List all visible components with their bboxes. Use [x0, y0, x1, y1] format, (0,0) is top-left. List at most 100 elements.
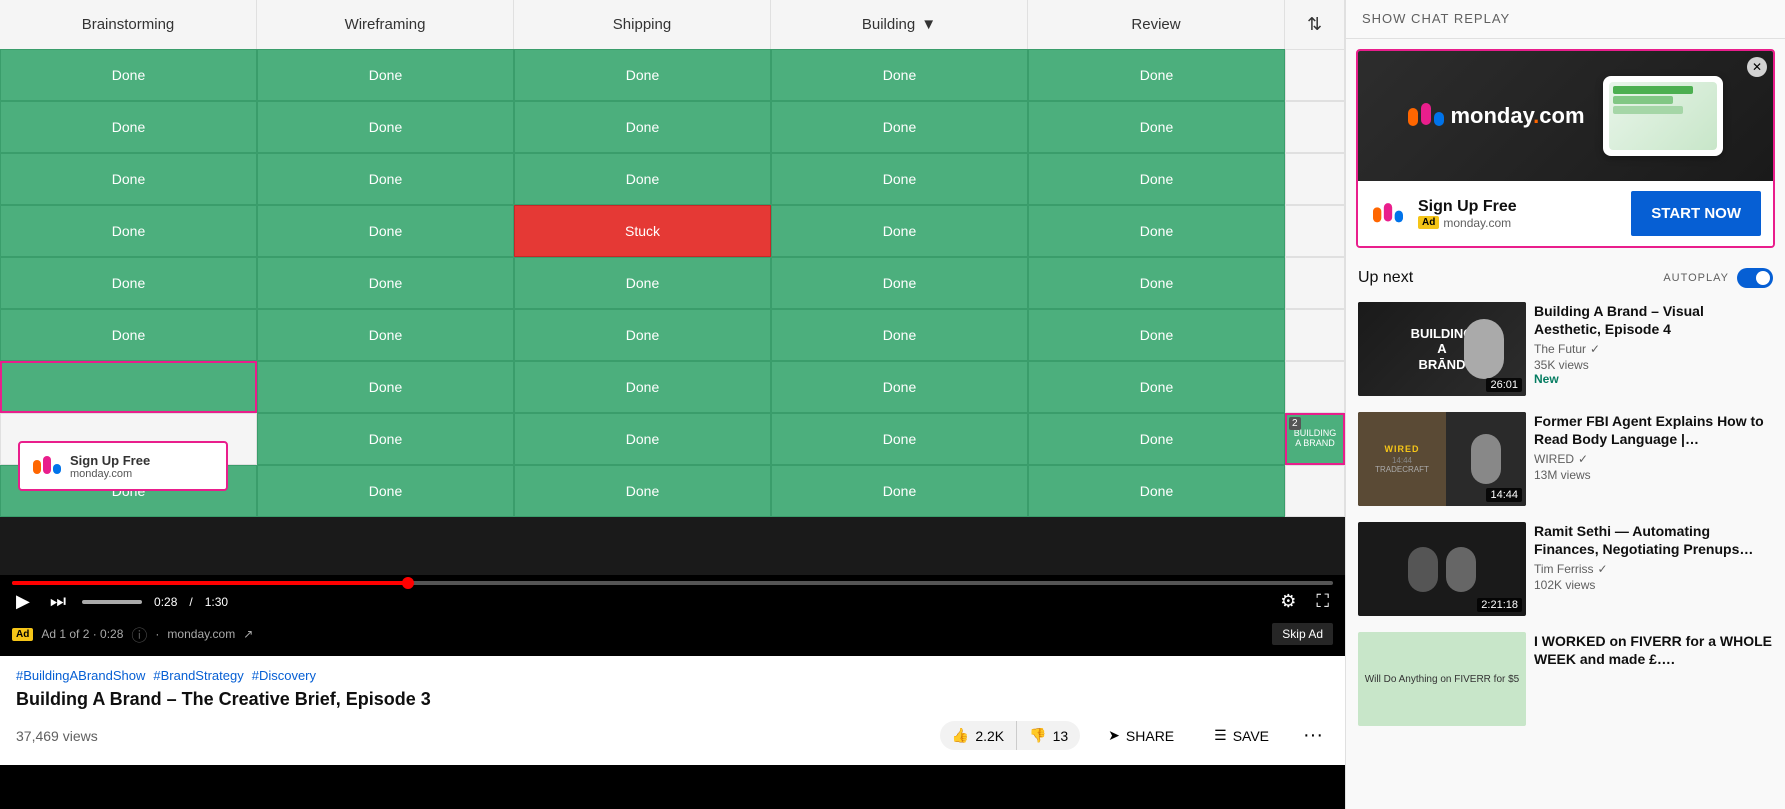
cell-r2-c4[interactable]: Done [771, 101, 1028, 153]
cell-r8-c2[interactable]: Done [257, 413, 514, 465]
cell-r1-c4[interactable]: Done [771, 49, 1028, 101]
close-ad-button[interactable]: ✕ [1747, 57, 1767, 77]
cell-r3-c1[interactable]: Done [0, 153, 257, 205]
video-item-4[interactable]: Will Do Anything on FIVERR for $5 I WORK… [1346, 624, 1785, 734]
video-item-3[interactable]: 2:21:18 Ramit Sethi — Automating Finance… [1346, 514, 1785, 624]
skip-ad-button[interactable]: Skip Ad [1272, 623, 1333, 645]
video-meta-2: 13M views [1534, 468, 1773, 482]
dropdown-icon[interactable]: ▼ [921, 16, 936, 33]
cell-r9-c2[interactable]: Done [257, 465, 514, 517]
video-channel-1: The Futur ✓ [1534, 342, 1773, 356]
video-meta-row: 37,469 views 👍 2.2K 👎 13 ➤ [16, 718, 1329, 753]
col-header-wireframing: Wireframing [257, 0, 514, 49]
cell-r2-c2[interactable]: Done [257, 101, 514, 153]
cell-r2-c1[interactable]: Done [0, 101, 257, 153]
thumbs-down-icon: 👎 [1029, 727, 1046, 744]
cell-r9-c3[interactable]: Done [514, 465, 771, 517]
cell-r3-c3[interactable]: Done [514, 153, 771, 205]
play-pause-button[interactable]: ▶ [12, 589, 34, 614]
video-meta-3: 102K views [1534, 578, 1773, 592]
cell-r5-c1[interactable]: Done [0, 257, 257, 309]
cell-r2-c6 [1285, 101, 1345, 153]
sidebar-ad-label: Ad [1418, 216, 1439, 229]
views-count: 37,469 views [16, 728, 98, 744]
like-count: 2.2K [975, 728, 1004, 744]
video-meta-1: 35K views [1534, 358, 1773, 372]
dislike-count: 13 [1053, 728, 1069, 744]
tag-3[interactable]: #Discovery [252, 668, 316, 683]
video-item-2[interactable]: WIRED 14:44 TRADECRAFT 14:44 Former FBI … [1346, 404, 1785, 514]
thumb-badge-number: 2 [1289, 417, 1301, 430]
cell-r4-c4[interactable]: Done [771, 205, 1028, 257]
cell-r5-c2[interactable]: Done [257, 257, 514, 309]
video-info-3: Ramit Sethi — Automating Finances, Negot… [1534, 522, 1773, 616]
cell-r4-c3-stuck[interactable]: Stuck [514, 205, 771, 257]
progress-dot [402, 577, 414, 589]
tag-1[interactable]: #BuildingABrandShow [16, 668, 145, 683]
cell-r9-c5[interactable]: Done [1028, 465, 1285, 517]
cell-r7-c4[interactable]: Done [771, 361, 1028, 413]
share-button[interactable]: ➤ SHARE [1096, 721, 1186, 750]
cell-r7-c2[interactable]: Done [257, 361, 514, 413]
tag-2[interactable]: #BrandStrategy [153, 668, 243, 683]
cell-r6-c1[interactable]: Done [0, 309, 257, 361]
cell-r2-c3[interactable]: Done [514, 101, 771, 153]
thumb-mini-text: BUILDING A BRAND [1294, 429, 1337, 449]
cell-r6-c4[interactable]: Done [771, 309, 1028, 361]
cell-r1-c5[interactable]: Done [1028, 49, 1285, 101]
col-header-sort[interactable]: ⇅ [1285, 0, 1345, 49]
cell-r1-c2[interactable]: Done [257, 49, 514, 101]
chat-replay-button[interactable]: SHOW CHAT REPLAY [1362, 11, 1510, 26]
below-video-section: #BuildingABrandShow #BrandStrategy #Disc… [0, 656, 1345, 765]
cell-r8-c3[interactable]: Done [514, 413, 771, 465]
sidebar-ad-domain: monday.com [1443, 216, 1511, 230]
ad-info-icon[interactable]: ⓘ [131, 622, 147, 646]
fullscreen-button[interactable]: ⛶ [1312, 589, 1333, 614]
cell-r5-c6 [1285, 257, 1345, 309]
next-button[interactable]: ⏭ [46, 589, 70, 614]
ad-domain: monday.com [70, 468, 150, 480]
tags-row: #BuildingABrandShow #BrandStrategy #Disc… [16, 668, 1329, 683]
cell-r7-c3[interactable]: Done [514, 361, 771, 413]
progress-bar[interactable] [12, 581, 1333, 585]
monday-logo-banner: monday.com [1408, 98, 1584, 134]
dislike-button[interactable]: 👎 13 [1016, 721, 1080, 750]
cell-r3-c2[interactable]: Done [257, 153, 514, 205]
volume-slider[interactable] [82, 600, 142, 604]
cell-r9-c4[interactable]: Done [771, 465, 1028, 517]
cell-r7-c6 [1285, 361, 1345, 413]
cell-r7-c5[interactable]: Done [1028, 361, 1285, 413]
cell-r8-c4[interactable]: Done [771, 413, 1028, 465]
settings-button[interactable]: ⚙ [1276, 589, 1300, 614]
kanban-board: Brainstorming Wireframing Shipping Build… [0, 0, 1345, 517]
cell-r2-c5[interactable]: Done [1028, 101, 1285, 153]
cell-r5-c4[interactable]: Done [771, 257, 1028, 309]
more-options-button[interactable]: ··· [1297, 718, 1329, 753]
like-button[interactable]: 👍 2.2K [940, 721, 1016, 750]
cell-r6-c2[interactable]: Done [257, 309, 514, 361]
cell-r3-c6 [1285, 153, 1345, 205]
cell-r1-c1[interactable]: Done [0, 49, 257, 101]
cell-r8-c5[interactable]: Done [1028, 413, 1285, 465]
external-link-icon: ↗ [243, 627, 253, 641]
cell-r9-c6 [1285, 465, 1345, 517]
cell-r3-c5[interactable]: Done [1028, 153, 1285, 205]
cell-r4-c1[interactable]: Done [0, 205, 257, 257]
start-now-button[interactable]: START NOW [1631, 191, 1761, 236]
cell-r3-c4[interactable]: Done [771, 153, 1028, 205]
monday-logo-small [32, 451, 62, 481]
up-next-label: Up next [1358, 269, 1413, 287]
cell-r4-c2[interactable]: Done [257, 205, 514, 257]
video-info-1: Building A Brand – Visual Aesthetic, Epi… [1534, 302, 1773, 396]
cell-r5-c5[interactable]: Done [1028, 257, 1285, 309]
cell-r6-c3[interactable]: Done [514, 309, 771, 361]
save-icon: ☰ [1214, 727, 1227, 744]
video-player: Brainstorming Wireframing Shipping Build… [0, 0, 1345, 575]
autoplay-toggle[interactable] [1737, 268, 1773, 288]
cell-r4-c5[interactable]: Done [1028, 205, 1285, 257]
video-item-1[interactable]: BUILDING A BRĀND 26:01 Building A Brand … [1346, 294, 1785, 404]
save-button[interactable]: ☰ SAVE [1202, 721, 1281, 750]
cell-r1-c3[interactable]: Done [514, 49, 771, 101]
cell-r5-c3[interactable]: Done [514, 257, 771, 309]
cell-r6-c5[interactable]: Done [1028, 309, 1285, 361]
